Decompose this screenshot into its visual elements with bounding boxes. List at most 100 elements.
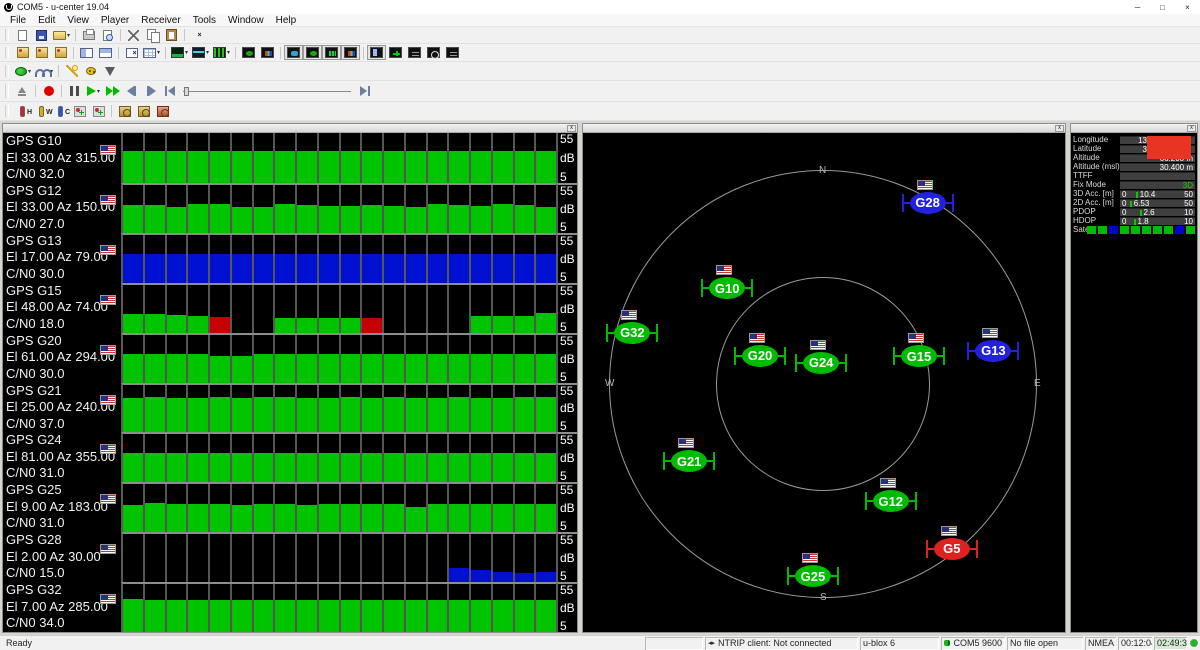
satellite-status-squares: [1087, 225, 1195, 234]
cut-button[interactable]: [124, 28, 143, 43]
mdi-workspace: x GPS G10 El 33.00 Az 315.00 C/N0 32.0 55 dB…: [0, 121, 1200, 635]
menu-receiver[interactable]: Receiver: [135, 15, 186, 26]
player-slider[interactable]: [183, 86, 351, 97]
satellite-square: [1131, 225, 1140, 234]
play-button[interactable]: ▾: [84, 84, 103, 99]
close-view-icon[interactable]: x: [1055, 124, 1064, 132]
menu-file[interactable]: File: [4, 15, 32, 26]
menu-player[interactable]: Player: [95, 15, 135, 26]
compass-label-w: W: [605, 378, 615, 389]
docking-windows-toggle-icon: [370, 47, 384, 58]
eject-button[interactable]: [13, 84, 32, 99]
deviation-view-button[interactable]: ▾: [190, 45, 211, 60]
cno-history-bar: [231, 150, 252, 183]
autobauding-button[interactable]: [62, 64, 81, 79]
maximize-button[interactable]: □: [1150, 0, 1175, 14]
jump-to-start-button[interactable]: [160, 84, 179, 99]
step-forward-button[interactable]: [141, 84, 160, 99]
chart-column: [384, 184, 406, 233]
sky-view-toggle-button[interactable]: [239, 45, 258, 60]
tick-right: [945, 201, 952, 204]
split-vertical-icon: [99, 47, 112, 58]
earth-view-toggle-button[interactable]: [341, 45, 361, 60]
hotkeys-button[interactable]: [100, 64, 119, 79]
jump-to-start-icon: [164, 86, 176, 96]
satellite-info: GPS G20 El 61.00 Az 294.00 C/N0 30.0: [3, 333, 121, 383]
save-file-button[interactable]: [32, 28, 51, 43]
new-config-view-button[interactable]: [51, 45, 70, 60]
histogram-view-button[interactable]: ▾: [211, 45, 232, 60]
warm-start-button[interactable]: W: [32, 104, 53, 119]
chart-column: [188, 184, 210, 233]
menu-window[interactable]: Window: [222, 15, 270, 26]
binary-console-toggle-button[interactable]: [405, 45, 424, 60]
copy-button[interactable]: [143, 28, 162, 43]
cno-history-bar: [318, 397, 339, 433]
jump-to-end-button[interactable]: [355, 84, 374, 99]
menu-edit[interactable]: Edit: [32, 15, 61, 26]
new-file-button[interactable]: [13, 28, 32, 43]
hot-start-button[interactable]: H: [13, 104, 32, 119]
satellite-square: [1087, 225, 1096, 234]
scale-label: 5: [560, 219, 567, 234]
chart-column: [449, 384, 471, 433]
baudrate-button[interactable]: ▾: [33, 64, 55, 79]
chart-column: [144, 184, 167, 233]
close-view-button[interactable]: ×: [122, 45, 141, 60]
compass-view-toggle-button[interactable]: [386, 45, 405, 60]
record-button[interactable]: [39, 84, 58, 99]
chart-view-button[interactable]: ▾: [169, 45, 190, 60]
data-panel: x Longitude13Latitude3Altitude66.200 mAl…: [1070, 123, 1198, 633]
gauge-marker: [1129, 200, 1132, 207]
close-view-icon[interactable]: x: [1187, 124, 1196, 132]
paste-button[interactable]: [162, 28, 181, 43]
gnss-config-button[interactable]: [70, 104, 89, 119]
load-configuration-button[interactable]: [115, 104, 134, 119]
statistic-view-toggle-button[interactable]: [322, 45, 342, 60]
chart-column: [514, 384, 537, 433]
message-rate-button[interactable]: [89, 104, 108, 119]
split-vertical-button[interactable]: [96, 45, 115, 60]
signal-view-toggle-button[interactable]: [303, 45, 323, 60]
status-ready: Ready: [6, 638, 33, 648]
sky-satellite-g32: G32: [606, 309, 659, 345]
gauge-max: 50: [1184, 198, 1193, 208]
cno-history-bar: [297, 452, 317, 483]
split-horizontal-button[interactable]: [77, 45, 96, 60]
menu-tools[interactable]: Tools: [187, 15, 222, 26]
close-button[interactable]: ×: [1175, 0, 1200, 14]
step-back-button[interactable]: [122, 84, 141, 99]
menu-help[interactable]: Help: [270, 15, 303, 26]
new-packet-view-button[interactable]: [13, 45, 32, 60]
world-view-toggle-button[interactable]: [258, 45, 277, 60]
fast-forward-button[interactable]: [103, 84, 122, 99]
debug-messages-button[interactable]: [81, 64, 100, 79]
data-panel-titlebar: x: [1071, 124, 1197, 133]
custom-view-toggle-button[interactable]: [443, 45, 462, 60]
chart-column: [275, 484, 297, 533]
save-configuration-button[interactable]: [134, 104, 153, 119]
print-icon: [82, 28, 95, 40]
cno-history-bar: [449, 452, 469, 483]
data-row: Altitude (msl) 30.400 m: [1071, 162, 1197, 171]
view-layout-button[interactable]: ▾: [141, 45, 162, 60]
menu-view[interactable]: View: [61, 15, 95, 26]
cno-history-bar: [210, 452, 230, 483]
open-file-button[interactable]: ▾: [51, 28, 72, 43]
docking-windows-toggle-button[interactable]: [367, 45, 387, 60]
toolbar-separator: [235, 46, 237, 59]
player-slider-thumb[interactable]: [184, 86, 189, 96]
print-preview-button[interactable]: [98, 28, 117, 43]
minimize-button[interactable]: ─: [1125, 0, 1150, 14]
cold-start-button[interactable]: C: [51, 104, 70, 119]
camera-view-toggle-button[interactable]: [284, 45, 304, 60]
close-connection-button[interactable]: ×: [188, 28, 207, 43]
close-view-icon[interactable]: x: [567, 124, 576, 132]
pause-button[interactable]: [65, 84, 84, 99]
receiver-connection-button[interactable]: ▾: [13, 64, 33, 79]
print-button[interactable]: [79, 28, 98, 43]
cno-history-bar: [362, 253, 382, 283]
clear-configuration-button[interactable]: [153, 104, 172, 119]
clock-view-toggle-button[interactable]: [424, 45, 443, 60]
new-message-view-button[interactable]: [32, 45, 51, 60]
